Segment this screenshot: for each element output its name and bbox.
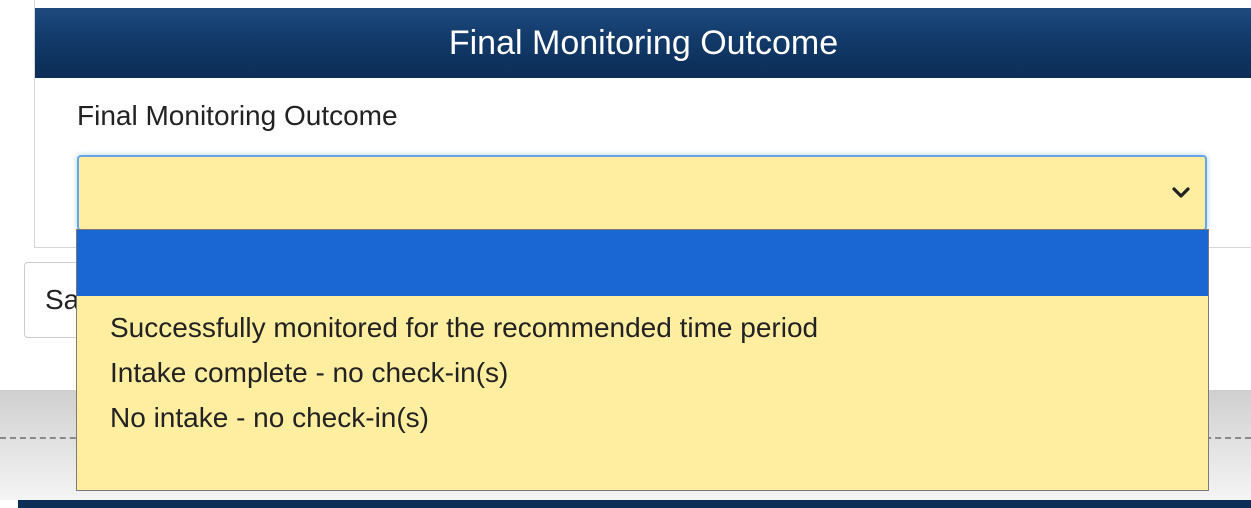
- save-button-label: Sa: [45, 284, 80, 315]
- monitoring-outcome-panel: Final Monitoring Outcome Final Monitorin…: [34, 0, 1251, 248]
- page: Final Monitoring Outcome Final Monitorin…: [0, 0, 1251, 508]
- chevron-down-icon: [1172, 187, 1190, 198]
- dropdown-list[interactable]: Successfully monitored for the recommend…: [76, 229, 1209, 491]
- dropdown-option-successfully-monitored[interactable]: Successfully monitored for the recommend…: [77, 305, 1208, 350]
- dropdown-option-blank[interactable]: [77, 230, 1208, 296]
- dropdown-option-intake-complete[interactable]: Intake complete - no check-in(s): [77, 350, 1208, 395]
- panel-header: Final Monitoring Outcome: [35, 8, 1251, 78]
- field-label: Final Monitoring Outcome: [77, 100, 398, 131]
- final-monitoring-outcome-select[interactable]: [77, 155, 1207, 231]
- dropdown-option-no-intake[interactable]: No intake - no check-in(s): [77, 395, 1208, 440]
- footer-bar: [18, 500, 1251, 508]
